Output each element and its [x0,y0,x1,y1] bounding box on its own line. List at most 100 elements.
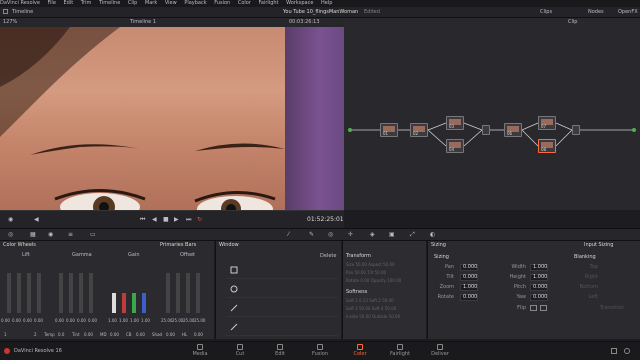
sizing-height-field[interactable]: 1.000 [530,274,548,281]
color-wheels-icon[interactable]: ◉ [48,231,53,239]
home-icon[interactable] [611,348,617,354]
menu-fairlight[interactable]: Fairlight [258,0,278,7]
menu-timeline[interactable]: Timeline [99,0,120,7]
page-fusion[interactable]: Fusion [305,344,335,357]
sizing-tilt-field[interactable]: 0.000 [460,274,478,281]
page-fairlight[interactable]: Fairlight [385,344,415,357]
settings-icon[interactable] [624,348,630,354]
menu-mark[interactable]: Mark [145,0,157,7]
lift-bars[interactable] [3,261,49,313]
output-dot[interactable] [632,128,636,132]
md-value[interactable]: 0.00 [110,331,119,338]
timeline-toggle[interactable]: Timeline [12,9,33,16]
menu-playback[interactable]: Playback [184,0,206,7]
openfx-toggle[interactable]: OpenFX [618,9,638,16]
skip-end-button[interactable]: ⏭ [186,216,191,224]
node-07[interactable]: 07 [538,116,556,130]
sizing-pan-field[interactable]: 0.000 [460,264,478,271]
sizing-width-field[interactable]: 1.000 [530,264,548,271]
node-08[interactable]: 08 [538,139,556,153]
flip-horizontal-button[interactable] [530,305,537,311]
window-linear[interactable] [226,261,338,279]
timeline-name[interactable]: Timeline 1 [130,19,156,26]
window-polygon[interactable] [226,299,338,317]
stop-button[interactable]: ■ [163,216,169,224]
curves-icon[interactable]: ⁄ [288,231,289,239]
menu-clip[interactable]: Clip [128,0,137,7]
menu-help[interactable]: Help [321,0,332,7]
node-01[interactable]: 01 [380,123,398,137]
menu-view[interactable]: View [165,0,177,7]
page-1[interactable]: 1 [4,331,7,338]
play-button[interactable]: ▶ [174,216,179,224]
clips-toggle[interactable]: Clips [540,9,552,16]
hl-label: HL [182,332,188,337]
sizing-pitch-field[interactable]: 0.000 [530,284,548,291]
window-circle[interactable] [226,280,338,298]
temp-value[interactable]: 0.0 [58,331,64,338]
window-curve[interactable] [226,318,338,336]
gain-bars[interactable] [108,261,154,313]
blur-icon[interactable]: ◈ [370,231,375,239]
node-02[interactable]: 02 [410,123,428,137]
page-color[interactable]: Color [345,344,375,357]
wheels-mode[interactable]: Primaries Bars [160,242,196,249]
node-06[interactable]: 06 [504,123,522,137]
page-2[interactable]: 2 [34,331,37,338]
key-icon[interactable]: ▣ [389,231,395,239]
page-cut[interactable]: Cut [225,344,255,357]
page-media[interactable]: Media [185,344,215,357]
temp-label: Temp [44,332,55,337]
offset-bars[interactable] [162,261,208,313]
viewer[interactable] [0,27,344,210]
menu-edit[interactable]: Edit [64,0,74,7]
nodes-toggle[interactable]: Nodes [588,9,604,16]
menu-file[interactable]: File [48,0,56,7]
node-09[interactable] [572,125,580,135]
delete-button[interactable]: Delete [320,253,336,260]
camera-raw-icon[interactable]: ◎ [8,231,13,239]
menu-workspace[interactable]: Workspace [286,0,313,7]
gamma-bars[interactable] [55,261,101,313]
zoom-level[interactable]: 127% [3,19,17,26]
sizing-icon[interactable]: ⤢ [410,231,415,239]
shad-value[interactable]: 0.00 [166,331,175,338]
window-icon[interactable]: ◎ [328,231,333,239]
motion-effects-icon[interactable]: ▭ [90,231,96,239]
menu-app[interactable]: DaVinci Resolve [0,0,40,7]
page-edit[interactable]: Edit [265,344,295,357]
3d-icon[interactable]: ◐ [430,231,435,239]
sizing-mode[interactable]: Input Sizing [584,242,613,249]
node-05[interactable] [482,125,490,135]
volume-icon[interactable]: ◀ [34,216,39,224]
page-deliver[interactable]: Deliver [425,344,455,357]
menu-fusion[interactable]: Fusion [214,0,230,7]
qualifier-icon[interactable]: ✎ [309,231,314,239]
timeline-icon[interactable] [3,9,8,14]
soft-row-2: Soft 3 50.00 Soft 4 50.00 [346,306,397,311]
tint-value[interactable]: 0.00 [84,331,93,338]
edit-icon [277,344,283,350]
node-04[interactable]: 04 [446,139,464,153]
node-03[interactable]: 03 [446,116,464,130]
viewer-options-icon[interactable]: ◉ [8,216,13,224]
menu-trim[interactable]: Trim [81,0,92,7]
color-match-icon[interactable]: ▦ [30,231,36,239]
node-editor[interactable]: Clip 01 02 03 04 06 07 08 [344,18,640,210]
sizing-yaw-field[interactable]: 0.000 [530,294,548,301]
rgb-mixer-icon[interactable]: ≡ [68,231,73,239]
menu-color[interactable]: Color [238,0,251,7]
blank-top-label: Top [589,264,598,270]
tracker-icon[interactable]: ✛ [348,231,353,239]
cb-value[interactable]: 0.00 [136,331,145,338]
reverse-button[interactable]: ◀ [152,216,157,224]
hl-value[interactable]: 0.00 [194,331,203,338]
sizing-zoom-field[interactable]: 1.000 [460,284,478,291]
loop-icon[interactable]: ↻ [197,216,202,224]
skip-start-button[interactable]: ⏮ [140,216,145,224]
sizing-rotate-field[interactable]: 0.000 [460,294,478,301]
flip-vertical-button[interactable] [540,305,547,311]
input-dot[interactable] [348,128,352,132]
blank-transition-label: Transition [599,305,624,311]
timecode-display: 01:52:25:01 [307,216,344,223]
